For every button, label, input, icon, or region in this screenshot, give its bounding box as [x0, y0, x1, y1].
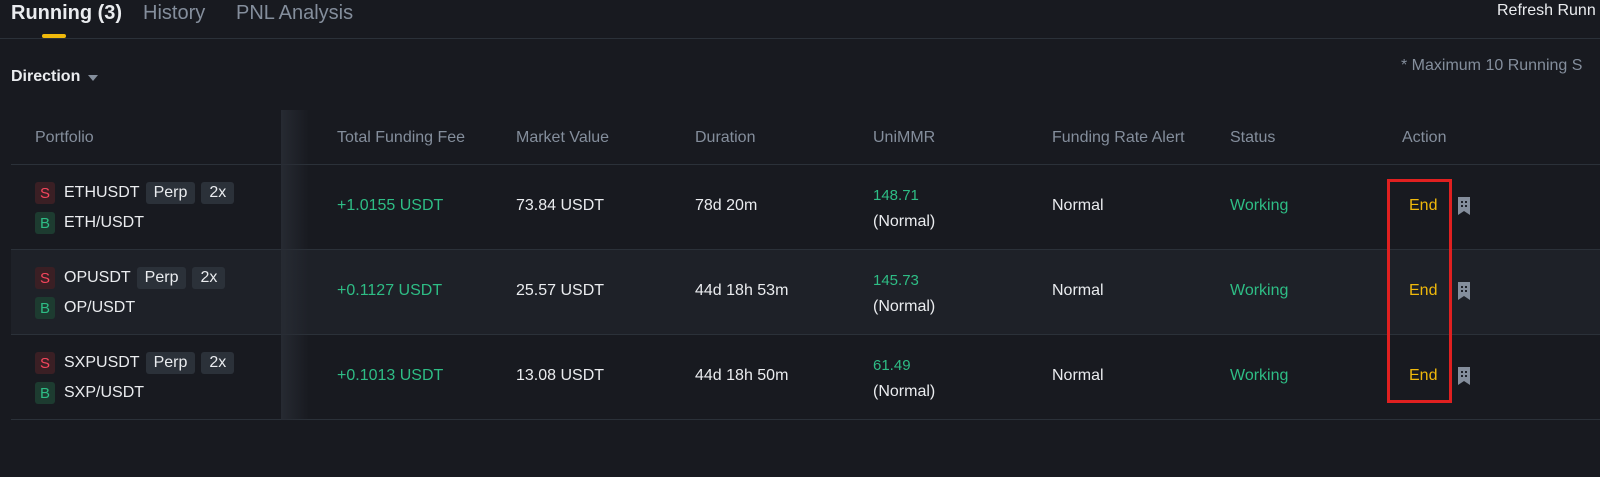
contract-type-tag: Perp	[145, 352, 196, 374]
sell-leg: S OPUSDT Perp 2x	[35, 267, 226, 289]
caret-down-icon	[88, 74, 99, 81]
funding-fee: +0.1013 USDT	[337, 367, 444, 384]
col-status: Status	[1230, 129, 1276, 146]
table-row: S OPUSDT Perp 2x B OP/USDT +0.1127 USDT …	[11, 250, 1600, 335]
sell-badge: S	[35, 182, 55, 204]
duration: 44d 18h 53m	[695, 282, 789, 299]
market-value: 73.84 USDT	[516, 197, 605, 214]
market-value: 13.08 USDT	[516, 367, 605, 384]
end-button[interactable]: End	[1409, 282, 1437, 300]
unimmr-cell: 148.71 (Normal)	[873, 183, 935, 235]
funding-fee: +0.1127 USDT	[337, 282, 443, 299]
leverage-tag: 2x	[201, 352, 235, 374]
sell-badge: S	[35, 267, 55, 289]
end-button[interactable]: End	[1409, 197, 1437, 215]
document-icon[interactable]	[1457, 282, 1471, 300]
col-total-funding-fee: Total Funding Fee	[337, 129, 466, 146]
funding-rate-alert: Normal	[1052, 197, 1104, 214]
leverage-tag: 2x	[192, 267, 226, 289]
market-value: 25.57 USDT	[516, 282, 605, 299]
unimmr-status: (Normal)	[873, 383, 936, 400]
buy-symbol: OP/USDT	[64, 299, 136, 316]
contract-type-tag: Perp	[145, 182, 196, 204]
unimmr-status: (Normal)	[873, 298, 936, 315]
running-table: Portfolio Total Funding Fee Market Value…	[11, 110, 1600, 420]
duration: 78d 20m	[695, 197, 758, 214]
funding-rate-alert: Normal	[1052, 367, 1104, 384]
sell-symbol: ETHUSDT	[64, 184, 140, 201]
unimmr-value: 61.49	[873, 357, 911, 374]
buy-badge: B	[35, 297, 55, 319]
status-text: Working	[1230, 282, 1289, 299]
sell-symbol: SXPUSDT	[64, 354, 140, 371]
duration: 44d 18h 50m	[695, 367, 789, 384]
col-portfolio: Portfolio	[35, 129, 94, 146]
tab-history[interactable]: History	[143, 1, 205, 25]
table-row: S SXPUSDT Perp 2x B SXP/USDT +0.1013 USD…	[11, 335, 1600, 420]
direction-filter-label: Direction	[11, 68, 81, 85]
unimmr-status: (Normal)	[873, 213, 936, 230]
unimmr-value: 148.71	[873, 187, 919, 204]
status-text: Working	[1230, 367, 1289, 384]
document-icon[interactable]	[1457, 197, 1471, 215]
buy-leg: B ETH/USDT	[35, 212, 144, 234]
buy-symbol: SXP/USDT	[64, 384, 145, 401]
max-running-note: * Maximum 10 Running S	[1401, 57, 1583, 74]
funding-fee: +1.0155 USDT	[337, 197, 444, 214]
table-row: S ETHUSDT Perp 2x B ETH/USDT +1.0155 USD…	[11, 165, 1600, 250]
buy-badge: B	[35, 382, 55, 404]
funding-rate-alert: Normal	[1052, 282, 1104, 299]
table-header: Portfolio Total Funding Fee Market Value…	[11, 110, 1600, 165]
contract-type-tag: Perp	[136, 267, 187, 289]
unimmr-cell: 145.73 (Normal)	[873, 268, 935, 320]
refresh-running-button[interactable]: Refresh Runn	[1497, 2, 1600, 20]
leverage-tag: 2x	[201, 182, 235, 204]
buy-badge: B	[35, 212, 55, 234]
buy-leg: B OP/USDT	[35, 297, 135, 319]
sell-leg: S SXPUSDT Perp 2x	[35, 352, 235, 374]
buy-symbol: ETH/USDT	[64, 214, 144, 231]
col-market-value: Market Value	[516, 129, 610, 146]
sell-badge: S	[35, 352, 55, 374]
tab-running[interactable]: Running (3)	[11, 1, 122, 25]
col-funding-rate-alert: Funding Rate Alert	[1052, 129, 1185, 146]
end-button[interactable]: End	[1409, 367, 1437, 385]
buy-leg: B SXP/USDT	[35, 382, 144, 404]
unimmr-value: 145.73	[873, 272, 919, 289]
status-text: Working	[1230, 197, 1289, 214]
sell-symbol: OPUSDT	[64, 269, 131, 286]
sell-leg: S ETHUSDT Perp 2x	[35, 182, 235, 204]
tab-bar: Running (3) History PNL Analysis Refresh…	[0, 0, 1600, 39]
col-duration: Duration	[695, 129, 756, 146]
tab-pnl-analysis[interactable]: PNL Analysis	[236, 1, 353, 25]
unimmr-cell: 61.49 (Normal)	[873, 353, 935, 405]
document-icon[interactable]	[1457, 367, 1471, 385]
direction-filter[interactable]: Direction	[11, 68, 99, 86]
active-tab-indicator	[42, 34, 66, 38]
col-unimmr: UniMMR	[873, 129, 936, 146]
col-action: Action	[1402, 129, 1447, 146]
